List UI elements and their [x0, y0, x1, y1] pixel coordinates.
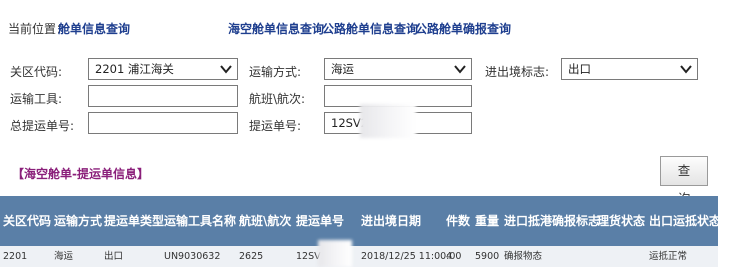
breadcrumb-current[interactable]: 舱单信息查询	[58, 20, 130, 37]
chevron-down-icon	[454, 65, 466, 74]
io-flag-value: 出口	[568, 62, 591, 76]
chevron-down-icon	[680, 65, 692, 74]
cell-customs-code: 2201	[3, 251, 28, 262]
col-header-customs-code: 关区代码	[3, 214, 52, 228]
col-header-export-arrival: 出口运抵状态	[649, 214, 722, 228]
transport-mode-select[interactable]: 海运	[324, 58, 472, 80]
cell-tool-name: UN9030632	[164, 251, 221, 262]
cell-export-arrival: 运抵正常	[649, 251, 688, 262]
col-header-arrival-confirm: 进口抵港确报标志	[504, 214, 601, 228]
col-header-bill-type: 提运单类型	[104, 214, 165, 228]
col-header-io-date: 进出境日期	[361, 214, 422, 228]
master-bill-input[interactable]	[88, 112, 238, 134]
col-header-pieces: 件数	[446, 214, 471, 228]
customs-code-select[interactable]: 2201 浦江海关	[88, 58, 238, 80]
col-header-tally-status: 理货状态	[597, 214, 646, 228]
section-title: 【海空舱单-提运单信息】	[12, 167, 149, 181]
cell-voyage: 2625	[239, 251, 264, 262]
link-sea-air-manifest[interactable]: 海空舱单信息查询	[228, 20, 324, 37]
cell-pieces: 4	[446, 251, 453, 262]
transport-tool-label: 运输工具:	[10, 92, 63, 106]
master-bill-label: 总提运单号:	[10, 119, 75, 133]
transport-mode-label: 运输方式:	[249, 65, 302, 79]
redaction-blur	[318, 240, 352, 267]
query-button[interactable]: 查 询	[660, 156, 708, 206]
redaction-blur	[360, 104, 416, 138]
cell-arrival-confirm: 确报物态	[504, 251, 543, 262]
customs-code-label: 关区代码:	[10, 65, 63, 79]
table-header: 关区代码 运输方式 提运单类型 运输工具名称 航班\航次 提运单号 进出境日期 …	[0, 196, 722, 246]
col-header-tool-name: 运输工具名称	[164, 214, 237, 228]
voyage-label: 航班\航次:	[249, 92, 306, 106]
col-header-weight: 重量	[475, 214, 500, 228]
col-header-transport-mode: 运输方式	[54, 214, 103, 228]
col-header-bill-no: 提运单号	[296, 214, 345, 228]
table-row[interactable]: 2201 海运 出口 UN9030632 2625 12SV2 2018/12/…	[0, 246, 718, 267]
link-road-manifest-confirm[interactable]: 公路舱单确报查询	[415, 20, 511, 37]
transport-mode-value: 海运	[331, 62, 354, 76]
chevron-down-icon	[220, 65, 232, 74]
io-flag-label: 进出境标志:	[485, 65, 550, 79]
io-flag-select[interactable]: 出口	[561, 58, 698, 80]
cell-weight: 5900	[475, 251, 500, 262]
cell-bill-type: 出口	[104, 251, 124, 262]
transport-tool-input[interactable]	[88, 85, 238, 107]
customs-code-value: 2201 浦江海关	[95, 62, 174, 76]
bill-no-label: 提运单号:	[249, 119, 302, 133]
col-header-voyage: 航班\航次	[239, 214, 292, 228]
cell-transport-mode: 海运	[54, 251, 74, 262]
link-road-manifest[interactable]: 公路舱单信息查询	[322, 20, 418, 37]
